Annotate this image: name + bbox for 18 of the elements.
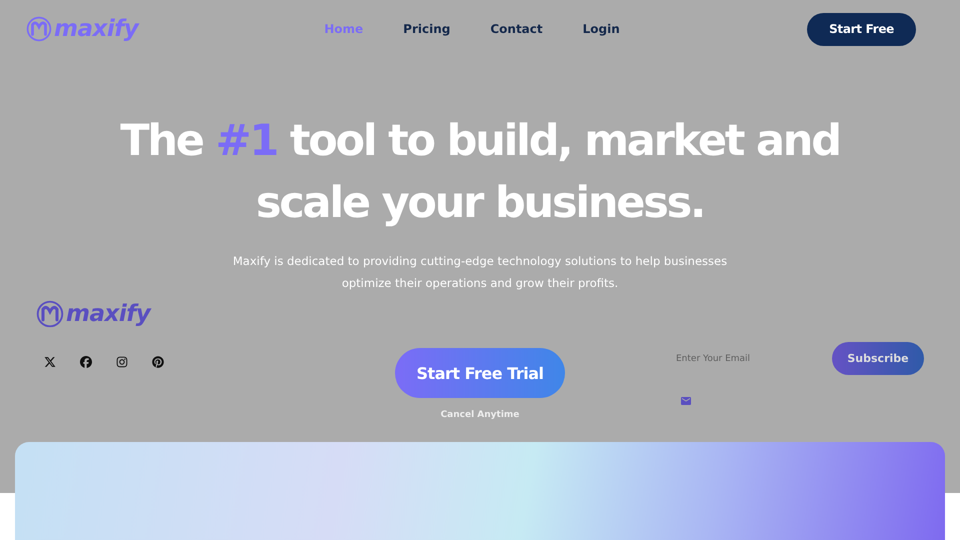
hero-description: Maxify is dedicated to providing cutting-edge technology solutions to help businesses optimize their operations and grow their profits.	[232, 253, 728, 292]
nav-link[interactable]: Pricing	[403, 22, 450, 36]
nav-link[interactable]: Contact	[490, 22, 543, 36]
start-free-trial-button[interactable]: Start Free Trial	[395, 348, 565, 398]
logo-mark-icon	[36, 300, 64, 328]
logo-text[interactable]: maxify	[66, 301, 150, 327]
email-field[interactable]: Enter Your Email	[670, 342, 820, 375]
cancel-note: Cancel Anytime	[440, 410, 520, 420]
instagram-icon[interactable]	[116, 356, 128, 368]
start-free-button[interactable]: Start Free	[807, 12, 916, 46]
x-icon[interactable]	[44, 356, 56, 368]
facebook-icon[interactable]	[80, 356, 92, 368]
subscribe-button[interactable]: Subscribe	[832, 342, 924, 375]
pinterest-icon[interactable]	[152, 356, 164, 368]
nav-link[interactable]: Login	[582, 22, 620, 36]
hero-headline: The #1 tool to build, market and scale your business.	[119, 115, 841, 230]
mail-icon	[680, 395, 692, 407]
logo-mark-icon	[26, 16, 52, 42]
